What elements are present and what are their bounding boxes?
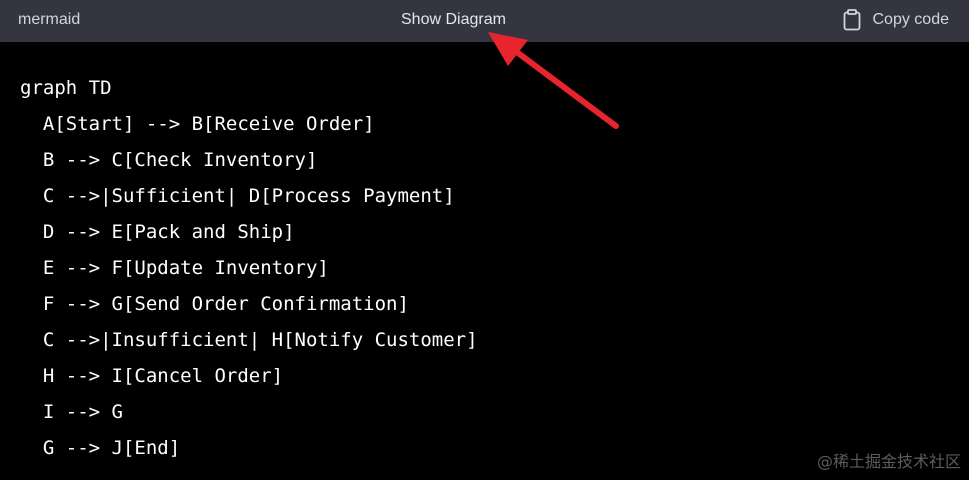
code-line: I --> G (20, 401, 123, 423)
language-label: mermaid (18, 11, 81, 28)
copy-code-button[interactable]: Copy code (843, 8, 950, 32)
code-line: F --> G[Send Order Confirmation] (20, 293, 409, 315)
code-line: graph TD (20, 77, 112, 99)
code-line: C -->|Insufficient| H[Notify Customer] (20, 329, 478, 351)
red-arrow-annotation (488, 32, 619, 129)
code-line: H --> I[Cancel Order] (20, 365, 284, 387)
code-line: G --> J[End] (20, 437, 181, 459)
watermark: @稀土掘金技术社区 (816, 452, 961, 471)
code-line: A[Start] --> B[Receive Order] (20, 113, 375, 135)
copy-code-label: Copy code (872, 11, 950, 28)
code-line: C -->|Sufficient| D[Process Payment] (20, 185, 455, 207)
code-block: graph TD A[Start] --> B[Receive Order] B… (20, 70, 478, 466)
code-line: B --> C[Check Inventory] (20, 149, 318, 171)
code-line: D --> E[Pack and Ship] (20, 221, 295, 243)
clipboard-icon (843, 9, 861, 31)
code-line: E --> F[Update Inventory] (20, 257, 329, 279)
